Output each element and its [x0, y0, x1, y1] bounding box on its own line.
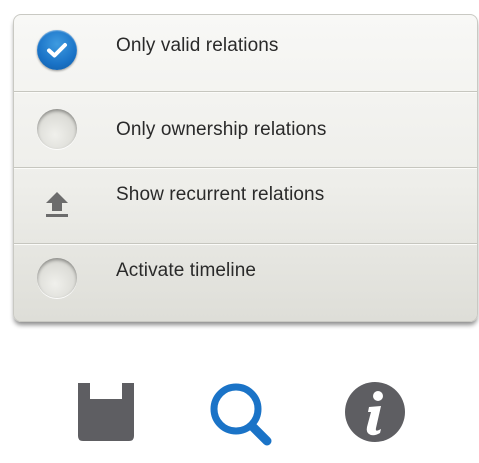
radio-icon: [36, 257, 78, 299]
option-label: Only ownership relations: [116, 119, 327, 140]
app-screen: Only valid relations Only ownership rela…: [0, 0, 479, 463]
search-icon: [210, 383, 272, 446]
bottom-toolbar: [0, 372, 479, 452]
option-only-ownership-relations[interactable]: Only ownership relations: [14, 91, 477, 167]
option-show-recurrent-relations[interactable]: Show recurrent relations: [14, 167, 477, 243]
save-icon: [78, 383, 134, 441]
info-icon: [345, 382, 405, 442]
option-only-valid-relations[interactable]: Only valid relations: [14, 15, 477, 91]
search-button[interactable]: [204, 372, 274, 452]
options-panel: Only valid relations Only ownership rela…: [13, 14, 478, 322]
option-label: Show recurrent relations: [116, 184, 325, 205]
checked-radio-icon: [36, 29, 78, 71]
save-button[interactable]: [71, 372, 141, 452]
upload-arrow-icon: [36, 182, 78, 224]
option-label: Only valid relations: [116, 35, 279, 56]
option-activate-timeline[interactable]: Activate timeline: [14, 243, 477, 321]
info-button[interactable]: [340, 372, 410, 452]
radio-icon: [36, 108, 78, 150]
option-label: Activate timeline: [116, 260, 257, 281]
